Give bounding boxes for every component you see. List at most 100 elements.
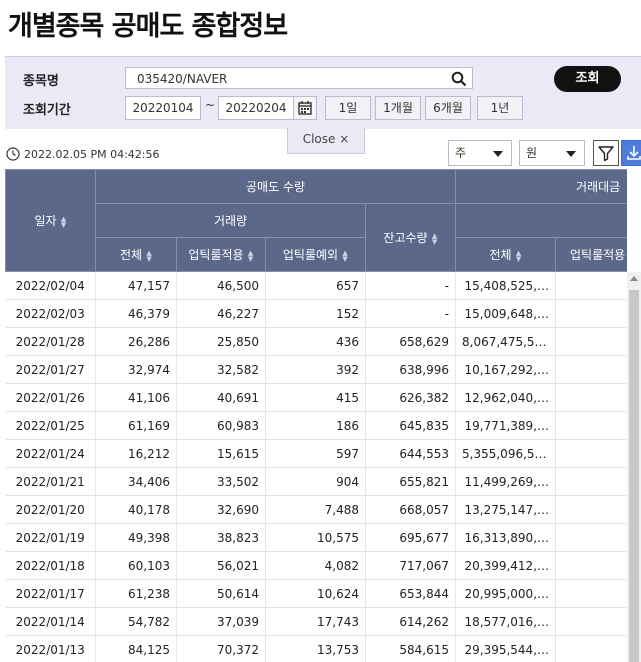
value-cell: 415: [265, 383, 366, 412]
date-cell: 2022/01/20: [5, 495, 96, 524]
value-cell: 56,021: [176, 551, 266, 580]
search-icon[interactable]: [451, 71, 467, 87]
value-cell: 657: [265, 271, 366, 300]
col-uptick-applied-header[interactable]: 업틱룰적용 ▲ ▼: [176, 237, 266, 272]
table-row[interactable]: 2022/01/24 16,212 15,615 597 644,553 5,355,09…: [5, 439, 627, 468]
scrollbar-thumb[interactable]: [629, 290, 639, 662]
close-panel-button[interactable]: Close ×: [287, 127, 365, 154]
query-button[interactable]: 조회: [554, 66, 621, 92]
value-cell: 5,158,857,…: [555, 439, 627, 468]
period-1day-button[interactable]: 1일: [325, 96, 371, 120]
period-label: 조회기간: [23, 103, 71, 118]
value-cell: 26,286: [95, 327, 177, 356]
date-cell: 2022/01/27: [5, 355, 96, 384]
calendar-icon: [298, 101, 312, 115]
date-cell: 2022/02/03: [5, 299, 96, 328]
table-row[interactable]: 2022/01/25 61,169 60,983 186 645,835 19,771,3…: [5, 411, 627, 440]
currency-select[interactable]: 원: [519, 140, 585, 166]
sort-icon: ▲ ▼: [247, 248, 254, 263]
end-date-input[interactable]: 20220204: [218, 96, 294, 120]
start-date-input[interactable]: 20220104: [125, 96, 201, 120]
value-cell: 38,823: [176, 523, 266, 552]
unit-select-value: 주: [455, 146, 467, 160]
value-cell: 638,996: [365, 355, 457, 384]
value-cell: 50,614: [176, 579, 266, 608]
value-cell: 614,262: [365, 607, 457, 636]
col-date-header[interactable]: 일자 ▲ ▼: [5, 169, 96, 272]
col-total-label: 전체: [119, 248, 143, 262]
period-6months-button[interactable]: 6개월: [425, 96, 471, 120]
table-row[interactable]: 2022/01/18 60,103 56,021 4,082 717,067 20,399…: [5, 551, 627, 580]
search-panel: 종목명 035420/NAVER 조회 조회기간 20220104 ~ 2022…: [5, 56, 641, 129]
value-cell: 13,753: [265, 635, 366, 662]
table-row[interactable]: 2022/01/28 26,286 25,850 436 658,629 8,067,47…: [5, 327, 627, 356]
col-balance-header[interactable]: 잔고수량 ▲ ▼: [364, 203, 457, 272]
date-cell: 2022/01/25: [5, 411, 96, 440]
value-cell: 717,067: [365, 551, 457, 580]
value-cell: 4,082: [265, 551, 366, 580]
value-cell: 46,500: [176, 271, 266, 300]
col-uptick-excluded-label: 업틱룰예외: [282, 248, 339, 262]
short-selling-table: 일자 ▲ ▼ 공매도 수량 거래대금 거래량 잔고수량 ▲ ▼ 전체 ▲ ▼ 업틱룰적용 ▲ ▼…: [5, 169, 627, 662]
table-row[interactable]: 2022/02/0447,15746,500657-15,408,525,…15…: [5, 271, 627, 300]
calendar-button[interactable]: [293, 96, 317, 120]
date-cell: 2022/01/21: [5, 467, 96, 496]
table-row[interactable]: 2022/01/13 84,125 70,372 13,753 584,615 29,39…: [5, 635, 627, 662]
value-cell: 60,103: [95, 551, 177, 580]
value-cell: 7,933,093,…: [555, 327, 627, 356]
sort-icon: ▲ ▼: [431, 231, 438, 246]
value-cell: 12,831,73…: [555, 383, 627, 412]
table-row[interactable]: 2022/01/19 49,398 38,823 10,575 695,677 16,31…: [5, 523, 627, 552]
value-cell: -: [365, 299, 457, 328]
scroll-up-icon[interactable]: [630, 276, 638, 281]
group-amount-sub: [455, 203, 627, 238]
table-row[interactable]: 2022/01/21 34,406 33,502 904 655,821 11,499,2…: [5, 467, 627, 496]
col-uptick-excluded-header[interactable]: 업틱룰예외 ▲ ▼: [265, 237, 366, 272]
value-cell: 61,169: [95, 411, 177, 440]
clock-icon: [6, 147, 20, 161]
download-button[interactable]: [621, 140, 641, 166]
value-cell: 5,355,096,500: [455, 439, 557, 468]
value-cell: 152: [265, 299, 366, 328]
sort-icon: ▲ ▼: [515, 248, 522, 263]
value-cell: 186: [265, 411, 366, 440]
date-cell: 2022/01/24: [5, 439, 96, 468]
value-cell: 17,743: [265, 607, 366, 636]
value-cell: 46,227: [176, 299, 266, 328]
value-cell: 653,844: [365, 579, 457, 608]
col-amount-uptick-header[interactable]: 업틱룰적용: [555, 237, 627, 272]
col-total-header[interactable]: 전체 ▲ ▼: [95, 237, 177, 272]
period-1month-button[interactable]: 1개월: [375, 96, 421, 120]
value-cell: 695,677: [365, 523, 457, 552]
timestamp-text: 2022.02.05 PM 04:42:56: [24, 148, 160, 161]
date-cell: 2022/01/17: [5, 579, 96, 608]
value-cell: 8,067,475,500: [455, 327, 557, 356]
table-row[interactable]: 2022/01/14 54,782 37,039 17,743 614,262 18,57…: [5, 607, 627, 636]
table-row[interactable]: 2022/01/17 61,238 50,614 10,624 653,844 20,99…: [5, 579, 627, 608]
stock-code-input[interactable]: 035420/NAVER: [125, 67, 473, 89]
value-cell: 655,821: [365, 467, 457, 496]
table-row[interactable]: 2022/01/27 32,974 32,582 392 638,996 10,167,2…: [5, 355, 627, 384]
sort-icon: ▲ ▼: [146, 248, 152, 263]
value-cell: 668,057: [365, 495, 457, 524]
value-cell: 46,379: [95, 299, 177, 328]
table-row[interactable]: 2022/01/26 41,106 40,691 415 626,382 12,962,0…: [5, 383, 627, 412]
value-cell: 19,771,389,…: [455, 411, 557, 440]
value-cell: 37,039: [176, 607, 266, 636]
date-range-separator: ~: [205, 98, 216, 112]
data-table: 일자 ▲ ▼ 공매도 수량 거래대금 거래량 잔고수량 ▲ ▼ 전체 ▲ ▼ 업틱룰적용 ▲ ▼…: [5, 169, 627, 662]
col-amount-uptick-label: 업틱룰적용: [570, 248, 626, 262]
value-cell: 40,178: [95, 495, 177, 524]
value-cell: 19,016,96…: [555, 551, 627, 580]
filter-button[interactable]: [593, 140, 619, 166]
period-1year-button[interactable]: 1년: [477, 96, 523, 120]
table-row[interactable]: 2022/01/20 40,178 32,690 7,488 668,057 13,275…: [5, 495, 627, 524]
col-amount-total-header[interactable]: 전체 ▲ ▼: [455, 237, 557, 272]
value-cell: 19,711,42…: [555, 411, 627, 440]
unit-select[interactable]: 주: [448, 140, 512, 166]
table-row[interactable]: 2022/02/0346,37946,227152-15,009,648,…14…: [5, 299, 627, 328]
download-icon: [627, 146, 641, 160]
value-cell: 7,488: [265, 495, 366, 524]
date-cell: 2022/01/26: [5, 383, 96, 412]
value-cell: 15,408,525,…: [455, 271, 557, 300]
